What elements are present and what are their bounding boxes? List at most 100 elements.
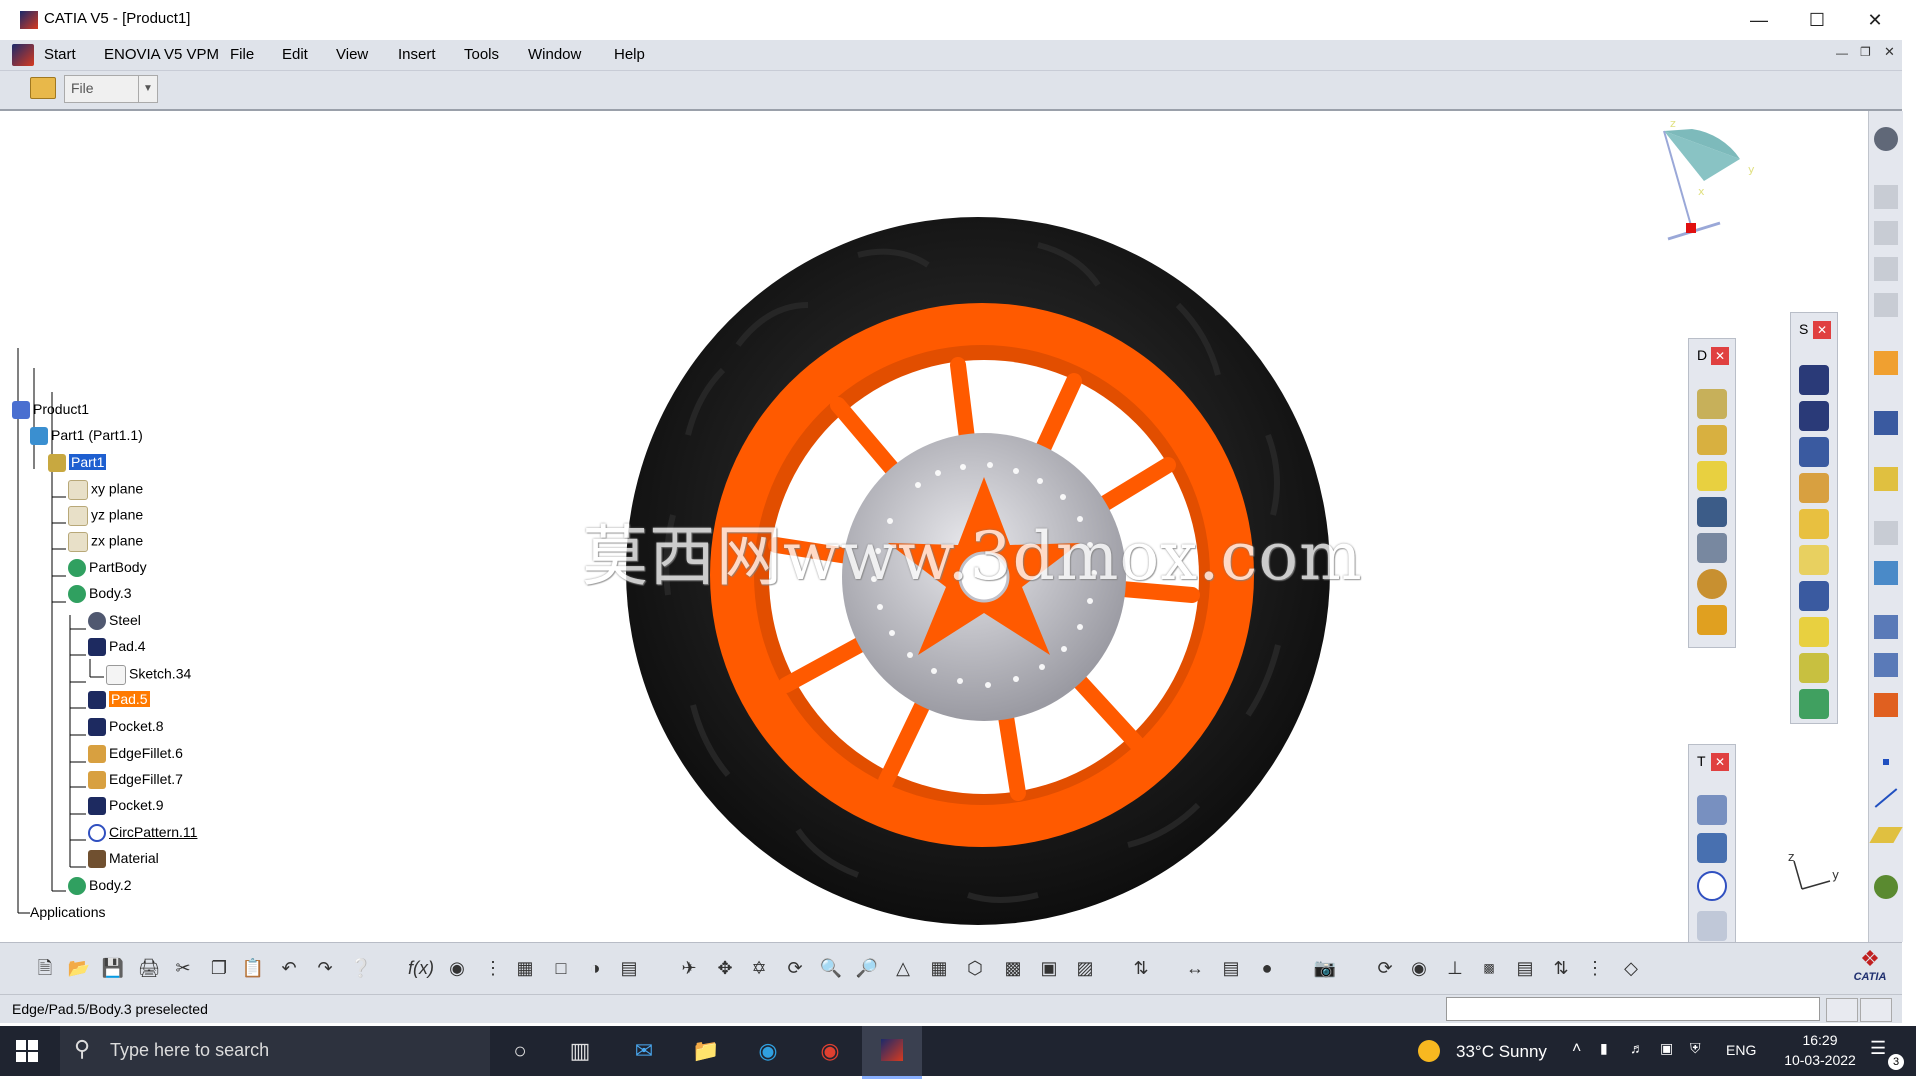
table-tool-icon[interactable]: [1874, 521, 1898, 545]
solid-tool-icon[interactable]: [1697, 461, 1727, 491]
catalog-icon[interactable]: ▤: [614, 953, 644, 983]
menu-file[interactable]: File: [226, 40, 258, 70]
hide-show-icon[interactable]: ▣: [1034, 953, 1064, 983]
apply-material-icon[interactable]: [1874, 693, 1898, 717]
cortana-icon[interactable]: ○: [500, 1034, 540, 1068]
hole-tool-icon[interactable]: [1799, 509, 1829, 539]
tree-item-partbody[interactable]: PartBody: [68, 559, 147, 578]
tree-item-material[interactable]: Material: [88, 850, 159, 869]
volume-icon[interactable]: ♬: [1630, 1040, 1644, 1056]
multi-section-icon[interactable]: [1697, 533, 1727, 563]
body-tool-icon[interactable]: [1874, 293, 1898, 317]
snap-icon[interactable]: ⇅: [1546, 953, 1576, 983]
doc-minimize-button[interactable]: —: [1836, 46, 1848, 60]
axis-system-icon[interactable]: ⊥: [1440, 953, 1470, 983]
law-icon[interactable]: □: [546, 953, 576, 983]
iso-view-icon[interactable]: ⬡: [960, 953, 990, 983]
tree-item-pocket8[interactable]: Pocket.8: [88, 718, 163, 737]
rotate-icon[interactable]: ⟳: [780, 953, 810, 983]
loft-tool-icon[interactable]: [1799, 653, 1829, 683]
tree-item-edgefillet6[interactable]: EdgeFillet.6: [88, 745, 183, 764]
rib-tool-icon[interactable]: [1697, 497, 1727, 527]
tree-item-circpattern11[interactable]: CircPattern.11: [88, 824, 197, 843]
stiffener-tool-icon[interactable]: [1799, 617, 1829, 647]
exit-workbench-icon[interactable]: [1874, 257, 1898, 281]
menu-view[interactable]: View: [332, 40, 372, 70]
weather-text[interactable]: 33°C Sunny: [1456, 1042, 1547, 1062]
tree-item-zx-plane[interactable]: zx plane: [68, 532, 143, 552]
open-folder-icon[interactable]: [30, 77, 56, 99]
list-icon[interactable]: ⋮: [1580, 953, 1610, 983]
whats-this-icon[interactable]: ❔: [346, 953, 376, 983]
new-document-icon[interactable]: 🗎: [30, 953, 60, 983]
cut-icon[interactable]: ✂: [168, 953, 198, 983]
network-icon[interactable]: ▣: [1660, 1040, 1673, 1057]
thick-tool-icon[interactable]: [1697, 605, 1727, 635]
normal-view-icon[interactable]: △: [888, 953, 918, 983]
measure-item-icon[interactable]: ▤: [1216, 953, 1246, 983]
pad-tool-icon[interactable]: [1799, 365, 1829, 395]
mirror-icon[interactable]: [1697, 833, 1727, 863]
tree-item-pocket9[interactable]: Pocket.9: [88, 797, 163, 816]
print-icon[interactable]: 🖨: [134, 953, 164, 983]
mail-icon[interactable]: ✉: [624, 1034, 664, 1068]
command-stop-icon[interactable]: [1826, 998, 1858, 1022]
task-view-icon[interactable]: ▥: [560, 1034, 600, 1068]
chevron-down-icon[interactable]: ▼: [138, 76, 157, 102]
reframe-icon[interactable]: ⟳: [1370, 953, 1400, 983]
weather-sun-icon[interactable]: [1418, 1040, 1440, 1062]
tree-item-body2[interactable]: Body.2: [68, 877, 132, 896]
text-annotation-icon[interactable]: [1874, 615, 1898, 639]
translation-icon[interactable]: [1697, 795, 1727, 825]
update-icon[interactable]: ⇅: [1126, 953, 1156, 983]
tree-item-yz-plane[interactable]: yz plane: [68, 506, 143, 526]
flag-note-icon[interactable]: [1874, 653, 1898, 677]
menu-start[interactable]: Start: [40, 40, 80, 70]
close-icon[interactable]: ✕: [1711, 753, 1729, 771]
circular-pattern-icon[interactable]: [1697, 871, 1727, 901]
tree-item-sketch34[interactable]: Sketch.34: [106, 665, 191, 685]
swap-space-icon[interactable]: ▨: [1070, 953, 1100, 983]
minimize-button[interactable]: —: [1730, 0, 1788, 40]
multi-view-icon[interactable]: ▦: [924, 953, 954, 983]
knowledge-advisor-icon[interactable]: ◉: [442, 953, 472, 983]
fit-all-icon[interactable]: ✥: [710, 953, 740, 983]
shaft-tool-icon[interactable]: [1799, 437, 1829, 467]
paste-icon[interactable]: 📋: [238, 953, 268, 983]
language-indicator[interactable]: ENG: [1726, 1042, 1756, 1058]
rib-sweep-icon[interactable]: [1799, 545, 1829, 575]
open-folder-icon[interactable]: 📂: [64, 953, 94, 983]
pocket-tool-icon[interactable]: [1799, 401, 1829, 431]
menu-enovia[interactable]: ENOVIA V5 VPM: [100, 40, 223, 70]
3d-annotation-icon[interactable]: [1874, 561, 1898, 585]
line-icon[interactable]: [1874, 788, 1898, 808]
taskbar-search[interactable]: ⚲ Type here to search: [60, 1026, 490, 1076]
groove-tool-icon[interactable]: [1799, 473, 1829, 503]
surface-tool-icon[interactable]: [1874, 467, 1898, 491]
point-icon[interactable]: [1883, 759, 1889, 765]
fly-mode-icon[interactable]: ✈: [674, 953, 704, 983]
sketch-tool-icon[interactable]: [1874, 185, 1898, 209]
tray-chevron-icon[interactable]: ˄: [1572, 1040, 1581, 1058]
tree-item-part1[interactable]: Part1: [48, 454, 107, 473]
globe-icon[interactable]: ◉: [1404, 953, 1434, 983]
measure-between-icon[interactable]: ↔: [1180, 953, 1210, 983]
extrude-tool-icon[interactable]: [1697, 389, 1727, 419]
edge-browser-icon[interactable]: ◉: [748, 1034, 788, 1068]
close-icon[interactable]: ✕: [1711, 347, 1729, 365]
grid-scale-icon[interactable]: ▩: [1474, 953, 1504, 983]
eraser-icon[interactable]: ◇: [1616, 953, 1646, 983]
menu-edit[interactable]: Edit: [278, 40, 312, 70]
parameter-icon[interactable]: ⋮: [478, 953, 508, 983]
slot-tool-icon[interactable]: [1799, 581, 1829, 611]
tree-item-product1[interactable]: Product1: [12, 401, 89, 420]
tree-item-steel[interactable]: Steel: [88, 612, 141, 631]
measure-inertia-icon[interactable]: ●: [1252, 953, 1282, 983]
compass-icon[interactable]: z y x: [1632, 111, 1772, 251]
maximize-button[interactable]: ☐: [1788, 0, 1846, 40]
database-icon[interactable]: ▤: [1510, 953, 1540, 983]
revolve-tool-icon[interactable]: [1697, 425, 1727, 455]
scaling-icon[interactable]: [1697, 911, 1727, 941]
tree-item-body3[interactable]: Body.3: [68, 585, 132, 604]
file-explorer-icon[interactable]: 📁: [686, 1034, 726, 1068]
